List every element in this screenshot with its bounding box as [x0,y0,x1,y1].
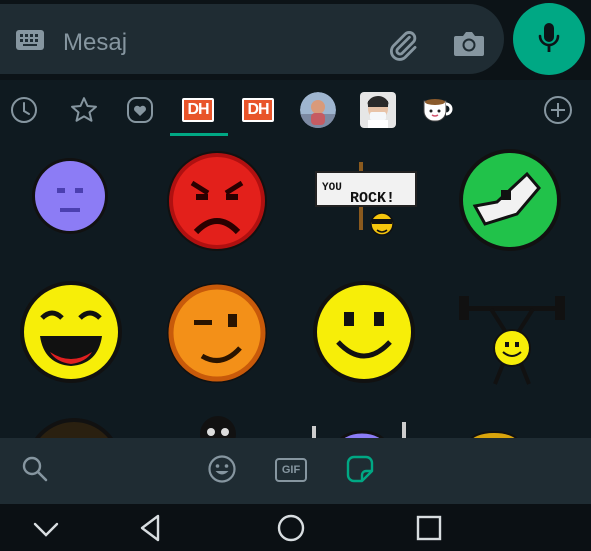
back-icon[interactable] [136,512,168,544]
collapse-icon[interactable] [30,512,62,544]
system-nav-bar [0,504,591,551]
sticker-green-wave[interactable] [455,148,565,252]
keyboard-icon[interactable] [16,30,44,50]
sign-text-bottom: ROCK! [350,190,395,207]
sticker-purple-creature[interactable] [312,420,412,438]
home-icon[interactable] [275,512,307,544]
recents-icon[interactable] [413,512,445,544]
dh-pack-logo: DH [242,98,274,122]
coffee-cup-icon [423,99,453,122]
selected-tab-indicator [170,133,228,136]
gif-button[interactable]: GIF [275,458,307,482]
sticker-weightlifter[interactable] [455,290,569,390]
sticker-laughing-face[interactable] [16,280,126,384]
mic-button[interactable] [513,3,585,75]
sticker-icon[interactable] [345,454,375,484]
tab-avatar-pack-1[interactable] [296,88,340,132]
sticker-skull[interactable] [196,412,240,438]
avatar-pack-icon [360,92,396,128]
sticker-wink-face[interactable] [162,282,272,384]
tab-recent[interactable] [2,88,46,132]
emoji-toolbar: GIF [0,438,591,504]
sticker-pack-tabs: DH DH [0,88,591,136]
sticker-neutral-face[interactable] [30,152,110,240]
star-icon [71,97,97,122]
tab-heart-pack[interactable] [118,88,162,132]
tab-dh-pack-2[interactable]: DH [236,88,280,132]
composer-bar [0,0,591,80]
tab-dh-pack-1[interactable]: DH [176,88,220,132]
sticker-angry-face[interactable] [162,150,272,252]
tab-coffee-pack[interactable] [416,88,460,132]
sticker-you-rock-sign[interactable]: YOU ROCK! [314,160,418,240]
sticker-grid: YOU ROCK! [0,140,591,438]
tab-favorites[interactable] [62,88,106,132]
sign-text-top: YOU [322,182,342,194]
message-input[interactable] [63,26,363,60]
tab-avatar-pack-2[interactable] [356,88,400,132]
add-icon [544,96,572,124]
search-icon[interactable] [20,454,50,484]
message-box[interactable] [0,4,504,74]
sticker-dark-face[interactable] [24,416,124,438]
gif-label: GIF [275,458,307,482]
heart-icon [127,97,153,123]
sticker-gold-item[interactable] [464,426,524,438]
microphone-icon [538,23,560,52]
dh-pack-logo: DH [182,98,214,122]
tab-add-pack[interactable] [536,88,580,132]
emoji-icon[interactable] [207,454,237,484]
camera-icon[interactable] [452,28,486,60]
sticker-smile-face[interactable] [310,280,418,384]
paperclip-icon[interactable] [386,28,420,62]
avatar-pack-icon [300,92,336,128]
clock-icon [11,97,37,123]
